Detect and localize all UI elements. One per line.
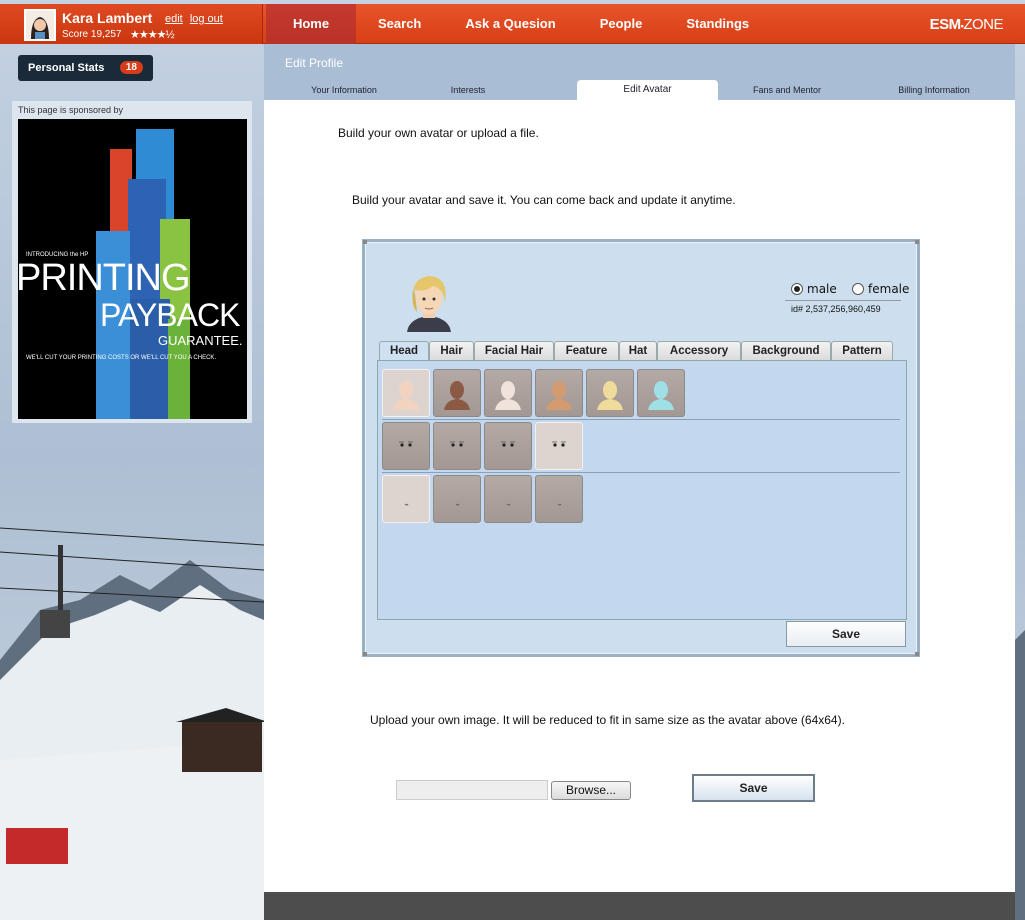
builder-intro-text: Build your avatar and save it. You can c… <box>352 193 736 207</box>
logo-esm: ESM <box>929 16 962 33</box>
male-option[interactable]: male <box>791 282 837 296</box>
eyes-swatch[interactable] <box>484 422 532 470</box>
tab-edit-avatar[interactable]: Edit Avatar <box>577 80 718 100</box>
builder-tab-feature[interactable]: Feature <box>554 341 619 361</box>
nose-swatch[interactable] <box>535 475 583 523</box>
builder-tab-background[interactable]: Background <box>741 341 831 361</box>
row-divider <box>382 419 900 420</box>
gender-selector: male female <box>791 282 909 296</box>
user-name[interactable]: Kara Lambert <box>62 10 152 26</box>
personal-stats-label: Personal Stats <box>28 62 105 74</box>
head-swatch[interactable] <box>535 369 583 417</box>
builder-tab-pattern[interactable]: Pattern <box>831 341 893 361</box>
ad-title-guarantee: GUARANTEE. <box>158 333 243 348</box>
head-swatch[interactable] <box>586 369 634 417</box>
applet-corner <box>363 652 367 656</box>
row-divider <box>382 472 900 473</box>
personal-stats-button[interactable]: Personal Stats 18 <box>18 55 153 81</box>
ad-title-payback: PAYBACK <box>100 297 240 333</box>
main-panel: Edit Profile Your Information Interests … <box>264 44 1015 920</box>
user-links: edit log out <box>165 13 227 25</box>
tab-interests[interactable]: Interests <box>426 80 510 100</box>
logo-zone: ZONE <box>963 16 1003 33</box>
eyes-swatch[interactable] <box>433 422 481 470</box>
head-swatch[interactable] <box>484 369 532 417</box>
builder-tab-accessory[interactable]: Accessory <box>657 341 741 361</box>
edit-profile-title: Edit Profile <box>285 56 344 70</box>
logout-link[interactable]: log out <box>190 13 223 25</box>
nose-swatch[interactable] <box>484 475 532 523</box>
avatar-intro-text: Build your own avatar or upload a file. <box>338 126 539 140</box>
nav-search[interactable]: Search <box>356 4 443 44</box>
upload-save-button[interactable]: Save <box>692 774 815 802</box>
female-option[interactable]: female <box>852 282 909 296</box>
main-nav: Home Search Ask a Quesion People Standin… <box>266 4 771 44</box>
head-swatch[interactable] <box>637 369 685 417</box>
avatar-id: id# 2,537,256,960,459 <box>791 304 881 314</box>
ad-tagline: WE'LL CUT YOUR PRINTING COSTS OR WE'LL C… <box>26 355 217 361</box>
gender-divider <box>785 300 901 301</box>
nav-standings[interactable]: Standings <box>664 4 771 44</box>
male-radio[interactable] <box>791 283 803 295</box>
head-swatch[interactable] <box>433 369 481 417</box>
part-selector-grid <box>377 360 907 620</box>
footer-bar <box>264 892 1015 920</box>
female-radio[interactable] <box>852 283 865 295</box>
ad-title-printing: PRINTING <box>18 257 191 299</box>
avatar-preview <box>403 272 455 332</box>
builder-tab-hair[interactable]: Hair <box>429 341 474 361</box>
builder-tab-facial-hair[interactable]: Facial Hair <box>474 341 554 361</box>
sponsor-box: This page is sponsored by INTRODUCING th… <box>12 101 252 423</box>
nav-ask-question[interactable]: Ask a Quesion <box>443 4 577 44</box>
nose-swatch[interactable] <box>382 475 430 523</box>
hp-advertisement[interactable]: INTRODUCING the HP PRINTING PAYBACK GUAR… <box>18 119 247 419</box>
female-label: female <box>868 282 910 296</box>
applet-corner <box>363 240 367 244</box>
avatar-builder: male female id# 2,537,256,960,459 Head H… <box>362 239 920 657</box>
nose-swatch[interactable] <box>433 475 481 523</box>
head-swatch[interactable] <box>382 369 430 417</box>
tab-your-information[interactable]: Your Information <box>286 80 402 100</box>
builder-tab-hat[interactable]: Hat <box>619 341 657 361</box>
rating-stars: ★★★★½ <box>130 29 175 41</box>
site-logo[interactable]: ESM•ZONE <box>929 16 1004 33</box>
profile-header: Edit Profile Your Information Interests … <box>264 44 1015 100</box>
file-path-input[interactable] <box>396 780 548 800</box>
browse-button[interactable]: Browse... <box>551 781 631 800</box>
eyes-swatch[interactable] <box>535 422 583 470</box>
user-score: Score 19,257 <box>62 29 122 40</box>
nav-home[interactable]: Home <box>266 4 356 44</box>
user-block: Kara Lambert edit log out Score 19,257 ★… <box>0 4 263 44</box>
edit-link[interactable]: edit <box>165 13 183 25</box>
personal-stats-badge: 18 <box>119 61 143 74</box>
eyes-swatch[interactable] <box>382 422 430 470</box>
tab-fans-and-mentor[interactable]: Fans and Mentor <box>736 80 838 100</box>
tab-billing-information[interactable]: Billing Information <box>874 80 994 100</box>
builder-tab-head[interactable]: Head <box>379 341 429 362</box>
profile-tabs: Your Information Interests Edit Avatar F… <box>264 80 1015 100</box>
sponsor-text: This page is sponsored by <box>18 105 124 115</box>
applet-corner <box>915 240 919 244</box>
upload-instructions: Upload your own image. It will be reduce… <box>370 713 845 727</box>
user-avatar[interactable] <box>24 9 56 41</box>
applet-corner <box>915 652 919 656</box>
nav-people[interactable]: People <box>578 4 665 44</box>
male-label: male <box>807 282 837 296</box>
builder-save-button[interactable]: Save <box>786 621 906 647</box>
